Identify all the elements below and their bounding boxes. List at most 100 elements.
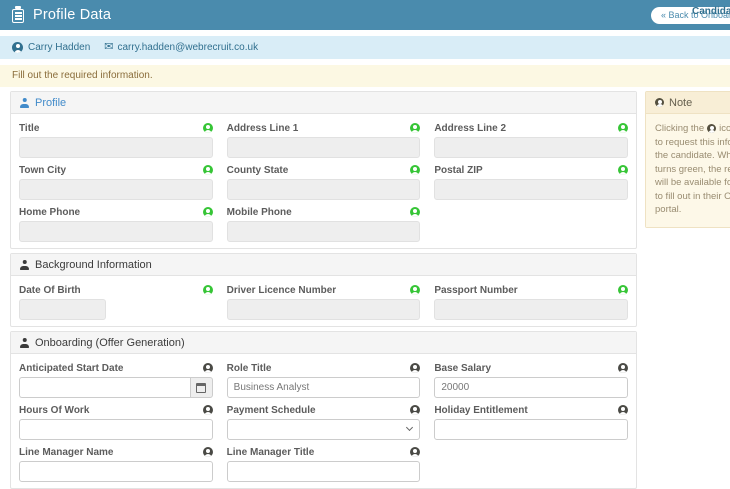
field-holiday-entitlement: Holiday Entitlement <box>434 401 628 440</box>
field-label-mobile-phone: Mobile Phone <box>227 207 292 218</box>
request-info-icon[interactable] <box>410 285 420 295</box>
hours-of-work-input[interactable] <box>19 419 213 440</box>
field-label-role-title: Role Title <box>227 363 272 374</box>
user-icon <box>707 124 716 133</box>
field-address-line-1: Address Line 1 <box>227 119 421 158</box>
empty-cell <box>434 203 628 242</box>
candidate-name: Carry Hadden <box>28 42 90 53</box>
person-icon <box>20 260 29 270</box>
field-title: Title <box>19 119 213 158</box>
field-role-title: Role Title <box>227 359 421 398</box>
note-text-line: Clicking the icon will allo <box>655 122 730 136</box>
anticipated-start-date-date-group <box>19 377 213 398</box>
request-info-icon[interactable] <box>410 123 420 133</box>
note-text: to request this information the candidat… <box>655 136 730 217</box>
field-label-hours-of-work: Hours Of Work <box>19 405 89 416</box>
field-hours-of-work: Hours Of Work <box>19 401 213 440</box>
request-info-icon[interactable] <box>203 405 213 415</box>
field-label-base-salary: Base Salary <box>434 363 491 374</box>
request-info-icon[interactable] <box>203 363 213 373</box>
mobile-phone-input <box>227 221 421 242</box>
note-header: Note <box>646 92 730 114</box>
field-line-manager-name: Line Manager Name <box>19 443 213 482</box>
field-label-postal-zip: Postal ZIP <box>434 165 482 176</box>
role-title-input[interactable] <box>227 377 421 398</box>
request-info-icon[interactable] <box>410 207 420 217</box>
date-of-birth-input <box>19 299 106 320</box>
person-icon <box>20 98 29 108</box>
section-header-profile: Profile <box>11 92 636 114</box>
note-title: Note <box>669 97 692 109</box>
request-info-icon[interactable] <box>410 447 420 457</box>
request-info-icon[interactable] <box>203 165 213 175</box>
town-city-input <box>19 179 213 200</box>
candidate-email: carry.hadden@webrecruit.co.uk <box>117 42 258 53</box>
envelope-icon: ✉ <box>104 42 113 53</box>
field-label-driver-licence-number: Driver Licence Number <box>227 285 337 296</box>
section-header-background-information: Background Information <box>11 254 636 276</box>
holiday-entitlement-input[interactable] <box>434 419 628 440</box>
date-picker-button[interactable] <box>190 377 213 398</box>
request-info-icon[interactable] <box>410 165 420 175</box>
field-line-manager-title: Line Manager Title <box>227 443 421 482</box>
empty-cell <box>434 443 628 482</box>
line-manager-title-input[interactable] <box>227 461 421 482</box>
field-label-date-of-birth: Date Of Birth <box>19 285 81 296</box>
field-label-payment-schedule: Payment Schedule <box>227 405 316 416</box>
field-label-anticipated-start-date: Anticipated Start Date <box>19 363 123 374</box>
field-label-home-phone: Home Phone <box>19 207 80 218</box>
county-state-input <box>227 179 421 200</box>
candidate-bar: Carry Hadden ✉ carry.hadden@webrecruit.c… <box>0 36 730 59</box>
section-title: Onboarding (Offer Generation) <box>35 337 185 349</box>
field-label-town-city: Town City <box>19 165 66 176</box>
section-header-onboarding-offer-generation: Onboarding (Offer Generation) <box>11 332 636 354</box>
field-base-salary: Base Salary <box>434 359 628 398</box>
base-salary-input[interactable] <box>434 377 628 398</box>
field-date-of-birth: Date Of Birth <box>19 281 213 320</box>
address-line-2-input <box>434 137 628 158</box>
field-postal-zip: Postal ZIP <box>434 161 628 200</box>
person-icon <box>20 338 29 348</box>
page-title: Profile Data <box>33 7 111 23</box>
section-profile: Profile Title Address Line 1 Address Line 2… <box>10 91 637 249</box>
alert-banner: Fill out the required information. <box>0 65 730 87</box>
line-manager-name-input[interactable] <box>19 461 213 482</box>
request-info-icon[interactable] <box>203 285 213 295</box>
request-info-icon[interactable] <box>203 123 213 133</box>
field-label-passport-number: Passport Number <box>434 285 517 296</box>
request-info-icon[interactable] <box>203 207 213 217</box>
info-user-icon <box>655 98 664 107</box>
request-info-icon[interactable] <box>618 363 628 373</box>
request-info-icon[interactable] <box>618 165 628 175</box>
request-info-icon[interactable] <box>618 123 628 133</box>
note-panel: Note Clicking the icon will allo to requ… <box>645 91 730 228</box>
field-label-holiday-entitlement: Holiday Entitlement <box>434 405 527 416</box>
field-label-address-line-2: Address Line 2 <box>434 123 506 134</box>
field-label-county-state: County State <box>227 165 289 176</box>
anticipated-start-date-input[interactable] <box>19 377 190 398</box>
postal-zip-input <box>434 179 628 200</box>
field-payment-schedule: Payment Schedule <box>227 401 421 440</box>
title-input <box>19 137 213 158</box>
section-background-information: Background Information Date Of Birth Drive… <box>10 253 637 327</box>
field-town-city: Town City <box>19 161 213 200</box>
request-info-icon[interactable] <box>203 447 213 457</box>
top-header: Profile Data <box>0 0 730 30</box>
calendar-icon <box>196 383 206 393</box>
form-panels: Profile Title Address Line 1 Address Line 2… <box>10 91 637 489</box>
payment-schedule-select-input[interactable] <box>227 419 421 440</box>
passport-number-input <box>434 299 628 320</box>
payment-schedule-select[interactable] <box>227 419 421 440</box>
request-info-icon[interactable] <box>618 285 628 295</box>
field-address-line-2: Address Line 2 <box>434 119 628 158</box>
request-info-icon[interactable] <box>410 363 420 373</box>
section-title: Profile <box>35 97 66 109</box>
request-info-icon[interactable] <box>410 405 420 415</box>
field-label-title: Title <box>19 123 39 134</box>
user-icon <box>12 42 23 53</box>
request-info-icon[interactable] <box>618 405 628 415</box>
home-phone-input <box>19 221 213 242</box>
candidate-label: Candidate <box>692 6 730 17</box>
note-body: Clicking the icon will allo to request t… <box>646 114 730 227</box>
field-county-state: County State <box>227 161 421 200</box>
